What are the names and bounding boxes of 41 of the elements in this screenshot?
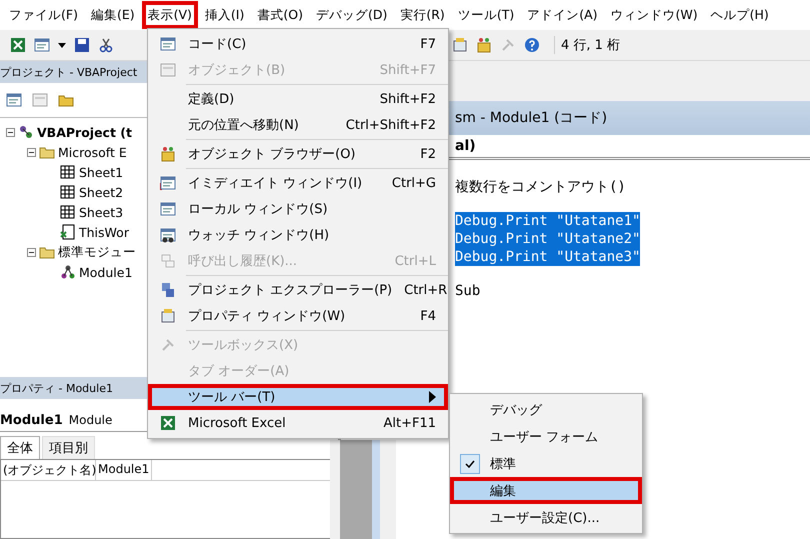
menu-title[interactable]: ファイル(F) [4,2,83,28]
menu-title[interactable]: 挿入(I) [200,2,250,28]
menu-title[interactable]: 編集(E) [86,2,140,28]
menu-item[interactable]: ウォッチ ウィンドウ(H) [148,222,448,248]
menu-item[interactable]: ローカル ウィンドウ(S) [148,196,448,222]
menu-item[interactable]: ユーザー フォーム [450,423,642,450]
menu-item[interactable]: デバッグ [450,396,642,423]
tree-item[interactable]: VBAProject (t [37,124,132,140]
code-line: Sub [455,282,480,300]
menu-item[interactable]: プロパティ ウィンドウ(W) F4 [148,303,448,329]
menu-item[interactable]: プロジェクト エクスプローラー(P) Ctrl+R [148,277,448,303]
menu-title[interactable]: 実行(R) [395,2,450,28]
menu-item[interactable]: イミディエイト ウィンドウ(I) Ctrl+G [148,170,448,196]
tree-item[interactable]: Microsoft E [58,144,127,160]
menu-title[interactable]: 書式(O) [252,2,308,28]
menu-title[interactable]: デバッグ(D) [310,2,392,28]
tree-item[interactable]: 標準モジュー [58,244,136,260]
cursor-position: 4 行, 1 桁 [554,36,620,54]
tree-item[interactable]: ThisWor [79,224,129,240]
menu-title[interactable]: ツール(T) [452,2,520,28]
tree-item[interactable]: Sheet1 [79,164,124,180]
menu-item[interactable]: 標準 [450,450,642,477]
menu-item[interactable]: ユーザー設定(C)... [450,504,642,531]
object-type: Module [68,413,112,427]
property-value: Module1 [96,460,152,480]
tab[interactable]: 全体 [0,436,40,459]
tree-item[interactable]: Sheet3 [79,204,124,220]
code-line: 複数行をコメントアウト() [455,178,626,196]
menu-title[interactable]: 表示(V) [142,2,197,28]
menu-item[interactable]: ツール バー(T) [148,384,448,410]
menu-item[interactable]: Microsoft Excel Alt+F11 [148,410,448,436]
menu-title[interactable]: ヘルプ(H) [706,2,774,28]
menu-item[interactable]: 編集 [450,477,642,504]
menu-item[interactable]: コード(C) F7 [148,31,448,57]
tree-item[interactable]: Module1 [79,264,132,280]
menu-title[interactable]: アドイン(A) [522,2,603,28]
tab[interactable]: 項目別 [42,436,95,459]
object-name: Module1 [0,412,63,428]
property-name: (オブジェクト名) [1,460,96,480]
menu-title[interactable]: ウィンドウ(W) [606,2,703,28]
tree-item[interactable]: Sheet2 [79,184,124,200]
